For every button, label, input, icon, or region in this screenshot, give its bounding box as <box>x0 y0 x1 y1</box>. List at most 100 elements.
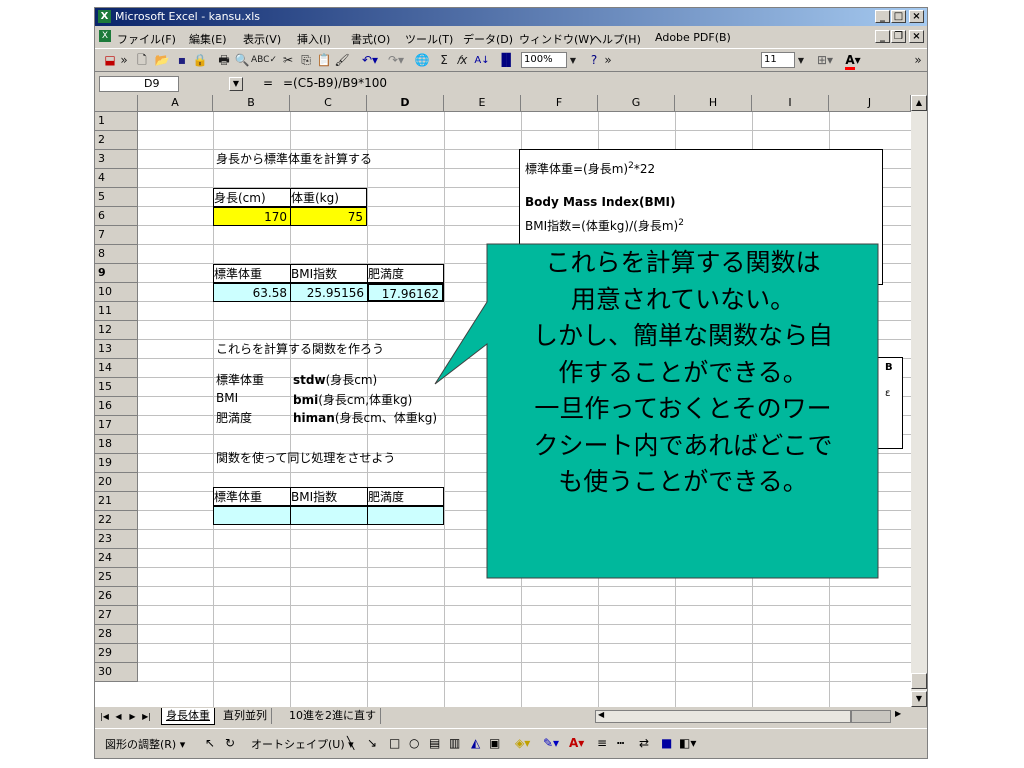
wordart-icon[interactable]: ▥ <box>449 736 460 750</box>
cell-c20[interactable] <box>290 506 368 525</box>
new-icon[interactable]: 🗋 <box>133 52 151 69</box>
menu-view[interactable]: 表示(V) <box>243 31 281 47</box>
arrow-icon[interactable]: ↘ <box>367 736 377 750</box>
autoshape-menu-button[interactable]: オートシェイプ(U) ▾ <box>251 736 354 752</box>
cell-c13[interactable]: stdw(身長cm) <box>293 371 377 388</box>
3d-icon[interactable]: ◧▾ <box>679 736 696 750</box>
cell-b19[interactable]: 標準体重 <box>213 487 291 506</box>
cell-b13[interactable]: 標準体重 <box>216 371 264 388</box>
redo-icon[interactable]: ↷▾ <box>383 52 409 69</box>
menu-window[interactable]: ウィンドウ(W) <box>519 31 593 47</box>
autosum-icon[interactable]: Σ <box>435 52 453 69</box>
open-icon[interactable]: 📂 <box>153 52 171 69</box>
row-header-23[interactable]: 23 <box>95 530 138 549</box>
row-header-9[interactable]: 9 <box>95 264 138 283</box>
scroll-down-icon[interactable]: ▼ <box>911 691 927 707</box>
draw-font-color-icon[interactable]: A▾ <box>569 736 584 750</box>
fill-color-icon[interactable]: ◈▾ <box>515 736 530 750</box>
line-color-icon[interactable]: ✎▾ <box>543 736 559 750</box>
cell-b8[interactable]: 標準体重 <box>213 264 291 283</box>
print-icon[interactable]: 🖶 <box>215 52 233 69</box>
cell-d9-selected[interactable]: 17.96162 <box>367 283 444 302</box>
cell-b2[interactable]: 身長から標準体重を計算する <box>216 150 372 167</box>
zoom-box[interactable]: 100% <box>521 52 567 68</box>
scroll-right-icon[interactable]: ▶ <box>895 709 901 718</box>
col-header-j[interactable]: J <box>829 95 911 112</box>
row-header-24[interactable]: 24 <box>95 549 138 568</box>
row-header-26[interactable]: 26 <box>95 587 138 606</box>
cell-c14[interactable]: bmi(身長cm,体重kg) <box>293 391 412 408</box>
row-header-15[interactable]: 15 <box>95 378 138 397</box>
doc-close-button[interactable]: × <box>909 30 924 43</box>
cell-b15[interactable]: 肥満度 <box>216 409 252 426</box>
last-sheet-icon[interactable]: ▶| <box>141 710 152 723</box>
menu-data[interactable]: データ(D) <box>463 31 513 47</box>
menu-insert[interactable]: 挿入(I) <box>297 31 331 47</box>
textbox-icon[interactable]: ▤ <box>429 736 440 750</box>
cell-b20[interactable] <box>213 506 291 525</box>
first-sheet-icon[interactable]: |◀ <box>99 710 110 723</box>
toolbar-overflow-icon-3[interactable]: » <box>913 52 923 69</box>
chart-wizard-icon[interactable]: ▐▌ <box>497 52 515 69</box>
horizontal-scrollbar[interactable]: ◀ <box>595 710 851 723</box>
cell-c15[interactable]: himan(身長cm、体重kg) <box>293 409 437 426</box>
row-header-17[interactable]: 17 <box>95 416 138 435</box>
cell-b14[interactable]: BMI <box>216 391 238 405</box>
menu-help[interactable]: ヘルプ(H) <box>591 31 641 47</box>
sheet-tab-height-weight[interactable]: 身長体重 <box>161 708 215 725</box>
copy-icon[interactable]: ⎘ <box>297 52 315 69</box>
sheet-tab-decimal-binary[interactable]: 10進を2進に直す <box>285 708 381 724</box>
col-header-h[interactable]: H <box>675 95 752 112</box>
row-header-11[interactable]: 11 <box>95 302 138 321</box>
font-size-dropdown-icon[interactable]: ▼ <box>795 52 807 69</box>
zoom-dropdown-icon[interactable]: ▼ <box>567 52 579 69</box>
menu-tools[interactable]: ツール(T) <box>405 31 453 47</box>
maximize-button[interactable]: □ <box>891 10 906 23</box>
arrow-style-icon[interactable]: ⇄ <box>639 736 649 750</box>
hyperlink-icon[interactable]: 🌐 <box>413 52 431 69</box>
col-header-d[interactable]: D <box>367 95 444 112</box>
horizontal-scroll-thumb[interactable] <box>851 710 891 723</box>
row-header-3[interactable]: 3 <box>95 150 138 169</box>
row-header-8[interactable]: 8 <box>95 245 138 264</box>
row-header-19[interactable]: 19 <box>95 454 138 473</box>
cell-c4[interactable]: 体重(kg) <box>290 188 367 207</box>
row-header-12[interactable]: 12 <box>95 321 138 340</box>
col-header-i[interactable]: I <box>752 95 829 112</box>
row-header-1[interactable]: 1 <box>95 112 138 131</box>
cell-d8[interactable]: 肥満度 <box>367 264 444 283</box>
row-header-13[interactable]: 13 <box>95 340 138 359</box>
col-header-c[interactable]: C <box>290 95 367 112</box>
cell-b4[interactable]: 身長(cm) <box>213 188 291 207</box>
toolbar-overflow-icon-2[interactable]: » <box>603 52 613 69</box>
sheet-tab-series-parallel[interactable]: 直列並列 <box>219 708 272 724</box>
dash-style-icon[interactable]: ┅ <box>617 736 624 750</box>
cell-d19[interactable]: 肥満度 <box>367 487 444 506</box>
name-box[interactable]: D9 <box>99 76 179 92</box>
row-header-18[interactable]: 18 <box>95 435 138 454</box>
formula-input[interactable]: =(C5-B9)/B9*100 <box>283 76 387 90</box>
menu-edit[interactable]: 編集(E) <box>189 31 227 47</box>
scroll-up-icon[interactable]: ▲ <box>911 95 927 111</box>
row-header-22[interactable]: 22 <box>95 511 138 530</box>
cell-c19[interactable]: BMI指数 <box>290 487 368 506</box>
document-icon[interactable]: X <box>99 30 111 42</box>
permission-icon[interactable]: 🔒 <box>191 52 209 69</box>
minimize-button[interactable]: _ <box>875 10 890 23</box>
select-objects-icon[interactable]: ↖ <box>205 736 215 750</box>
cell-b5[interactable]: 170 <box>213 207 291 226</box>
row-header-16[interactable]: 16 <box>95 397 138 416</box>
menu-adobe-pdf[interactable]: Adobe PDF(B) <box>655 31 731 44</box>
print-preview-icon[interactable]: 🔍 <box>233 52 251 69</box>
cut-icon[interactable]: ✂ <box>279 52 297 69</box>
save-icon[interactable]: ▪ <box>173 52 191 69</box>
row-header-6[interactable]: 6 <box>95 207 138 226</box>
format-painter-icon[interactable]: 🖌 <box>333 52 351 69</box>
cell-b17[interactable]: 関数を使って同じ処理をさせよう <box>216 449 395 466</box>
col-header-b[interactable]: B <box>213 95 290 112</box>
select-all-corner[interactable] <box>95 95 138 112</box>
clipart-icon[interactable]: ▣ <box>489 736 500 750</box>
scroll-thumb[interactable] <box>911 673 927 689</box>
sort-ascending-icon[interactable]: A↓ <box>473 52 491 69</box>
line-style-icon[interactable]: ≡ <box>597 736 607 750</box>
